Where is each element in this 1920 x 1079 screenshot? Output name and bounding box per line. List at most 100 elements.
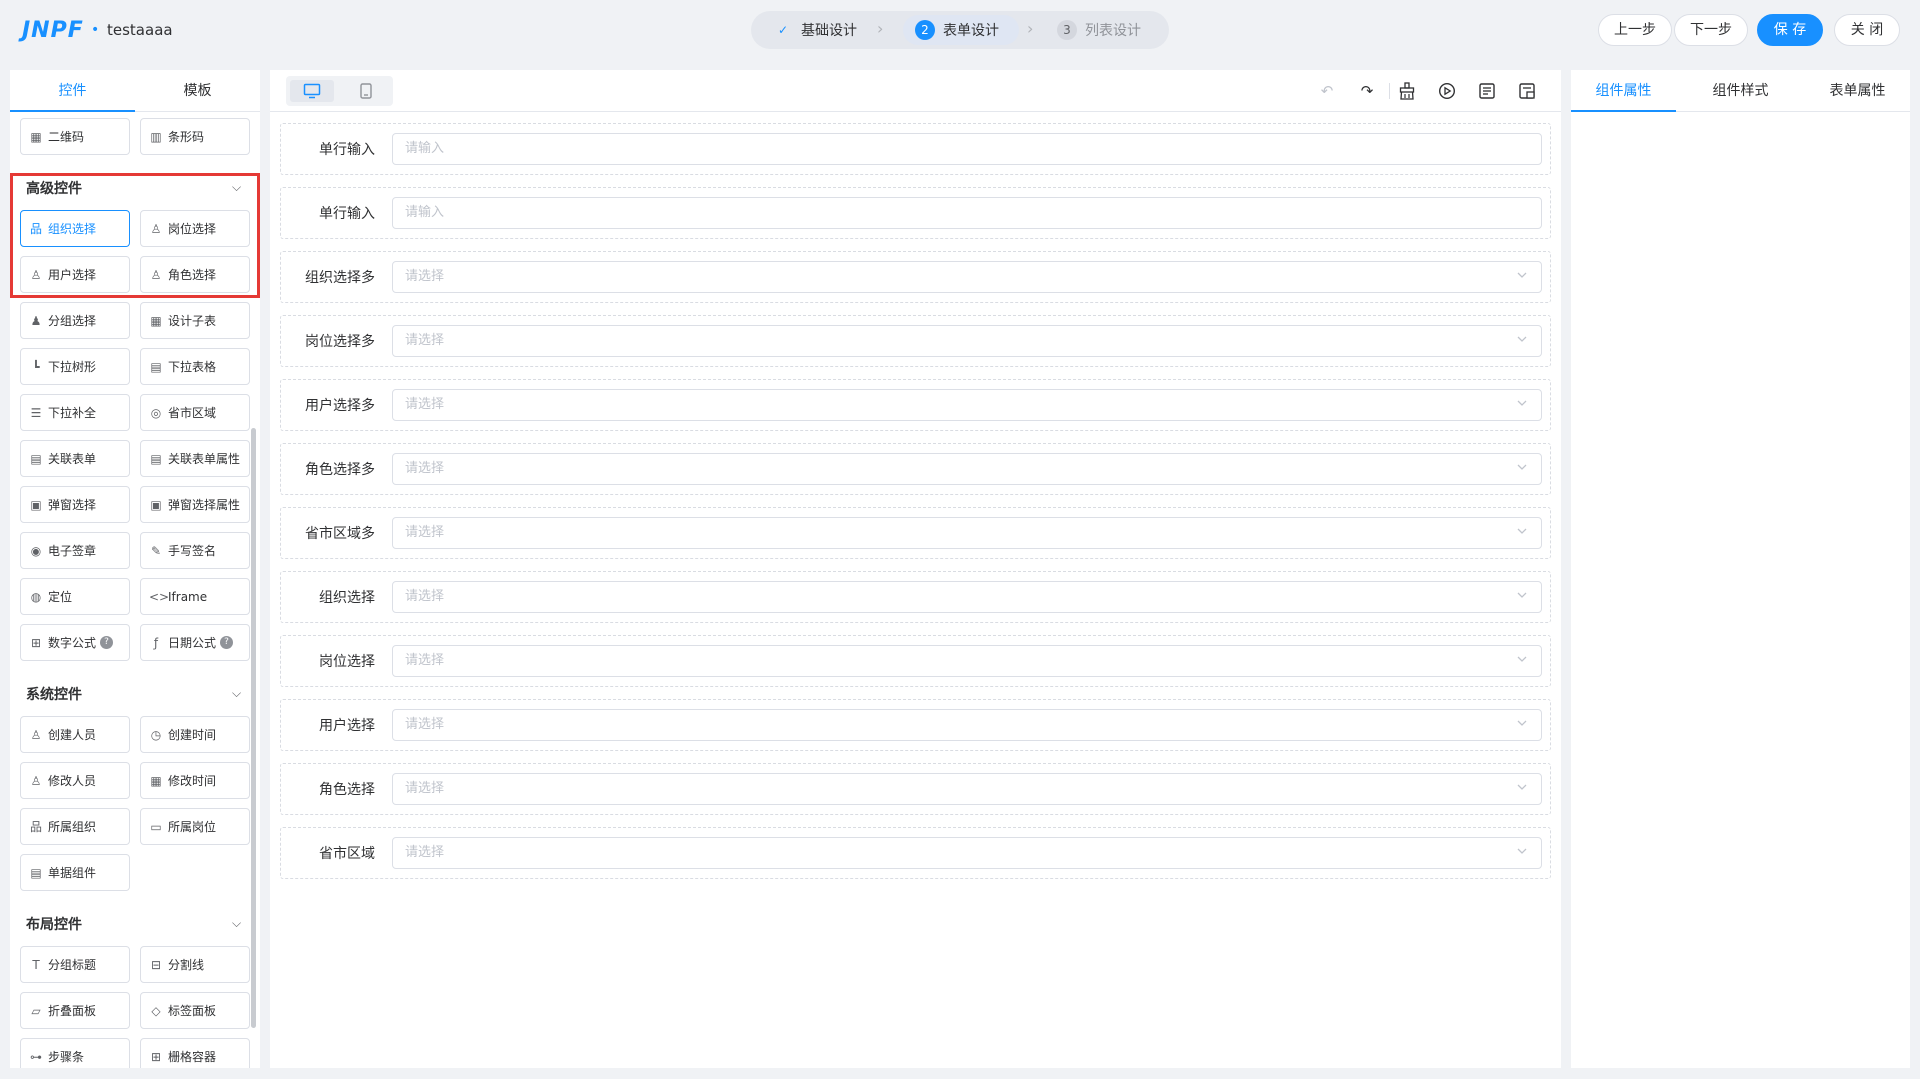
form-row[interactable]: 岗位选择多 请选择: [280, 315, 1551, 367]
form-row[interactable]: 组织选择 请选择: [280, 571, 1551, 623]
select-input[interactable]: 请选择: [392, 709, 1542, 741]
clear-icon[interactable]: [1396, 80, 1418, 102]
form-row[interactable]: 省市区域 请选择: [280, 827, 1551, 879]
chevron-down-icon: [1517, 400, 1527, 406]
component-subtable[interactable]: ▦ 设计子表: [140, 302, 250, 339]
component-iframe[interactable]: <> Iframe: [140, 578, 250, 615]
component-date-formula[interactable]: ƒ 日期公式?: [140, 624, 250, 661]
component-popup-select-attr[interactable]: ▣ 弹窗选择属性: [140, 486, 250, 523]
tab-component-style[interactable]: 组件样式: [1688, 70, 1793, 112]
component-table-select[interactable]: ▤ 下拉表格: [140, 348, 250, 385]
component-owner-position[interactable]: ▭ 所属岗位: [140, 808, 250, 845]
step-basic-design[interactable]: ✓ 基础设计: [761, 15, 869, 45]
component-steps[interactable]: ⊶ 步骤条: [20, 1038, 130, 1068]
text-input[interactable]: 请输入: [392, 133, 1542, 165]
form-attr-icon: ▤: [150, 451, 162, 466]
prev-step-button[interactable]: 上一步: [1598, 14, 1672, 46]
component-popup-select[interactable]: ▣ 弹窗选择: [20, 486, 130, 523]
save-template-icon[interactable]: [1516, 80, 1538, 102]
field-label: 省市区域: [319, 846, 375, 862]
select-input[interactable]: 请选择: [392, 517, 1542, 549]
help-icon[interactable]: ?: [220, 636, 234, 649]
component-tabs[interactable]: ◇ 标签面板: [140, 992, 250, 1029]
select-input[interactable]: 请选择: [392, 837, 1542, 869]
close-button[interactable]: 关 闭: [1834, 14, 1900, 46]
clock-icon: ◷: [150, 727, 162, 742]
component-e-seal[interactable]: ◉ 电子签章: [20, 532, 130, 569]
json-icon[interactable]: [1476, 80, 1498, 102]
text-input[interactable]: 请输入: [392, 197, 1542, 229]
component-modifier[interactable]: ♙ 修改人员: [20, 762, 130, 799]
component-grid-container[interactable]: ⊞ 栅格容器: [140, 1038, 250, 1068]
qrcode-icon: ▦: [30, 129, 42, 144]
select-input[interactable]: 请选择: [392, 453, 1542, 485]
tab-component-props[interactable]: 组件属性: [1571, 70, 1676, 112]
component-tree-select[interactable]: ┗ 下拉树形: [20, 348, 130, 385]
select-input[interactable]: 请选择: [392, 773, 1542, 805]
toolbar-divider: [1389, 83, 1390, 99]
group-icon: ♟: [30, 313, 42, 328]
component-qrcode[interactable]: ▦ 二维码: [20, 118, 130, 155]
field-label: 角色选择多: [305, 462, 375, 478]
logo: JNPF: [22, 18, 84, 43]
form-row[interactable]: 用户选择多 请选择: [280, 379, 1551, 431]
select-input[interactable]: 请选择: [392, 645, 1542, 677]
help-icon[interactable]: ?: [100, 636, 114, 649]
tab-form-props[interactable]: 表单属性: [1805, 70, 1910, 112]
component-modify-time[interactable]: ▦ 修改时间: [140, 762, 250, 799]
undo-icon[interactable]: ↶: [1316, 80, 1338, 102]
redo-icon[interactable]: ↷: [1356, 80, 1378, 102]
desktop-view-button[interactable]: [290, 80, 334, 102]
component-signature[interactable]: ✎ 手写签名: [140, 532, 250, 569]
field-label: 岗位选择: [319, 654, 375, 670]
component-barcode[interactable]: ▥ 条形码: [140, 118, 250, 155]
component-group-select[interactable]: ♟ 分组选择: [20, 302, 130, 339]
component-bill[interactable]: ▤ 单据组件: [20, 854, 130, 891]
component-number-formula[interactable]: ⊞ 数字公式?: [20, 624, 130, 661]
component-autocomplete[interactable]: ☰ 下拉补全: [20, 394, 130, 431]
header: JNPF • testaaaa ✓ 基础设计 › 2 表单设计 › 3 列表设计…: [0, 0, 1920, 60]
chevron-down-icon[interactable]: ⌵: [232, 916, 241, 931]
mobile-view-button[interactable]: [344, 80, 388, 102]
component-divider[interactable]: ⊟ 分割线: [140, 946, 250, 983]
form-row[interactable]: 角色选择多 请选择: [280, 443, 1551, 495]
component-collapse[interactable]: ▱ 折叠面板: [20, 992, 130, 1029]
form-row[interactable]: 岗位选择 请选择: [280, 635, 1551, 687]
component-owner-org[interactable]: 品所属组织: [20, 808, 130, 845]
component-panel-tabs: 控件 模板: [10, 70, 260, 112]
form-row[interactable]: 省市区域多 请选择: [280, 507, 1551, 559]
form-row[interactable]: 组织选择多 请选择: [280, 251, 1551, 303]
component-related-form[interactable]: ▤ 关联表单: [20, 440, 130, 477]
component-create-time[interactable]: ◷ 创建时间: [140, 716, 250, 753]
component-location[interactable]: ◍ 定位: [20, 578, 130, 615]
form-row[interactable]: 角色选择 请选择: [280, 763, 1551, 815]
seal-icon: ◉: [30, 543, 42, 558]
grid-icon: ▤: [150, 359, 162, 374]
autocomplete-icon: ☰: [30, 405, 42, 420]
step-list-design[interactable]: 3 列表设计: [1045, 15, 1153, 45]
code-icon: <>: [149, 589, 170, 604]
step-label: 基础设计: [801, 23, 857, 39]
select-input[interactable]: 请选择: [392, 325, 1542, 357]
chevron-down-icon: [1517, 464, 1527, 470]
panel-scrollbar[interactable]: [251, 428, 256, 1028]
next-step-button[interactable]: 下一步: [1674, 14, 1748, 46]
component-area-select[interactable]: ◎ 省市区域: [140, 394, 250, 431]
component-creator[interactable]: ♙ 创建人员: [20, 716, 130, 753]
table-icon: ▦: [150, 313, 162, 328]
form-row[interactable]: 单行输入 请输入: [280, 187, 1551, 239]
save-button[interactable]: 保 存: [1757, 14, 1823, 46]
tab-templates[interactable]: 模板: [135, 70, 260, 112]
chevron-down-icon[interactable]: ⌵: [232, 686, 241, 701]
form-row[interactable]: 用户选择 请选择: [280, 699, 1551, 751]
component-group-title[interactable]: T 分组标题: [20, 946, 130, 983]
step-form-design[interactable]: 2 表单设计: [903, 15, 1019, 45]
select-input[interactable]: 请选择: [392, 261, 1542, 293]
component-related-form-attr[interactable]: ▤ 关联表单属性: [140, 440, 250, 477]
select-input[interactable]: 请选择: [392, 389, 1542, 421]
tab-controls[interactable]: 控件: [10, 70, 135, 112]
select-input[interactable]: 请选择: [392, 581, 1542, 613]
preview-icon[interactable]: [1436, 80, 1458, 102]
form-row[interactable]: 单行输入 请输入: [280, 123, 1551, 175]
component-panel: 控件 模板 ▦ 二维码 ▥ 条形码 高级控件 ⌵ 品组织选择 ♙ 岗位选择 ♙ 用户选择…: [10, 70, 260, 1068]
